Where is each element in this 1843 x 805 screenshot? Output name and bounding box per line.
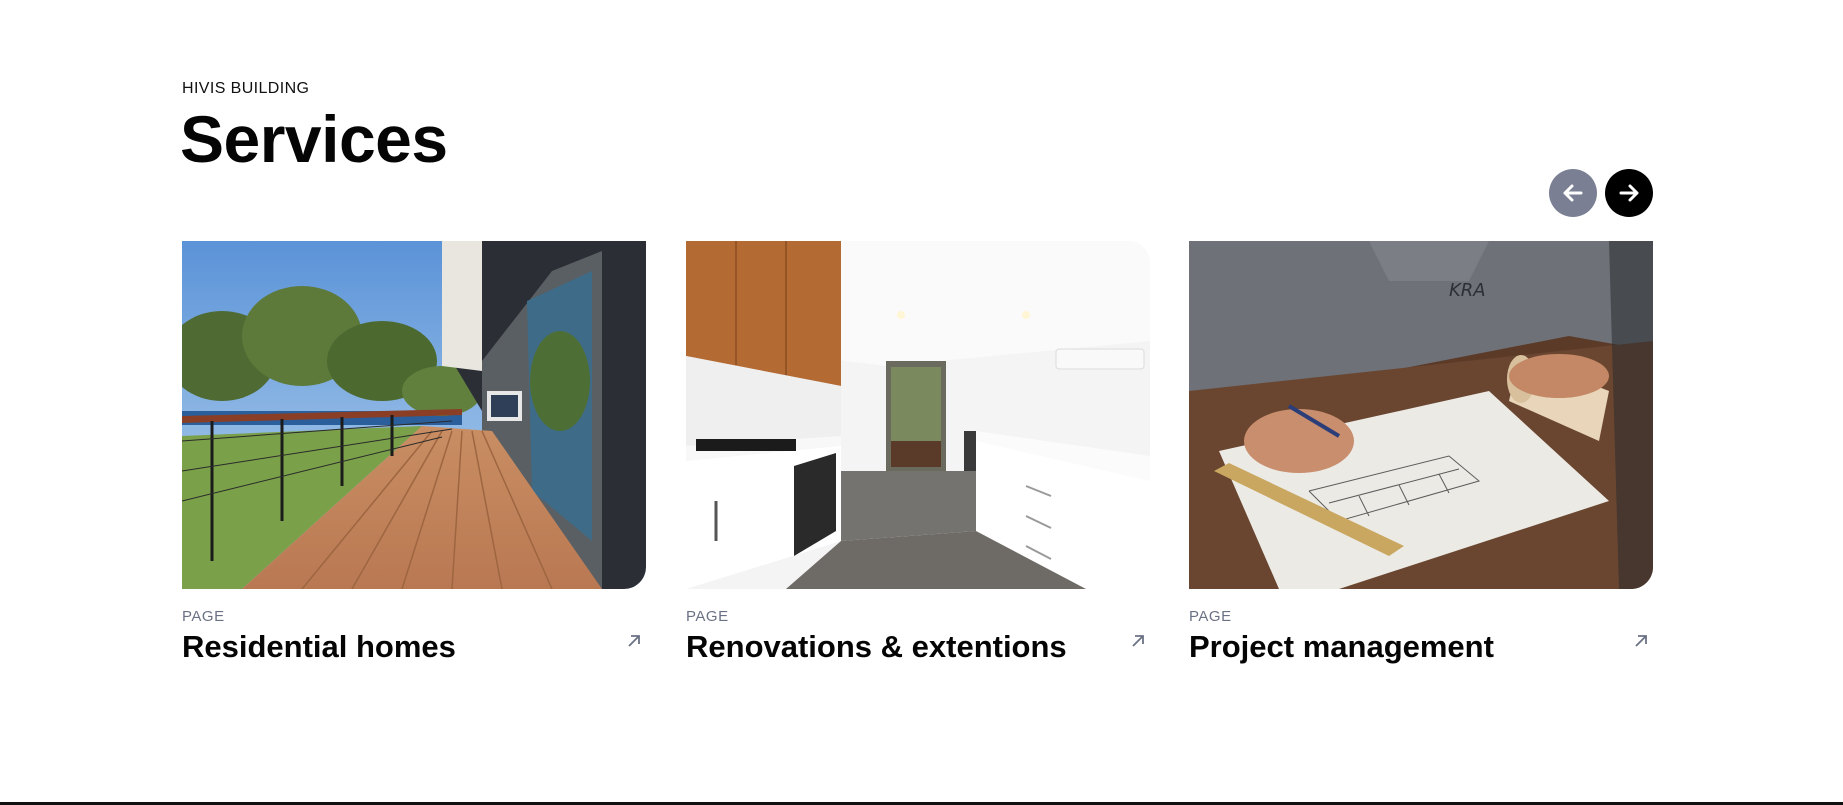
arrow-up-right-icon[interactable] xyxy=(1631,631,1651,651)
svg-text:KRA: KRA xyxy=(1449,280,1486,301)
services-page: HIVIS BUILDING Services PAGE Residential… xyxy=(0,0,1843,805)
service-card-renovations-extentions[interactable]: PAGE Renovations & extentions xyxy=(686,241,1150,681)
arrow-left-icon xyxy=(1563,184,1583,202)
deck-house-photo xyxy=(182,241,646,589)
card-title[interactable]: Renovations & extentions xyxy=(686,629,1067,665)
carousel-prev-button[interactable] xyxy=(1549,169,1597,217)
section-eyebrow: HIVIS BUILDING xyxy=(182,80,310,97)
card-title[interactable]: Residential homes xyxy=(182,629,456,665)
card-kicker: PAGE xyxy=(686,608,729,625)
card-kicker: PAGE xyxy=(1189,608,1232,625)
blueprint-drawing-photo: KRA xyxy=(1189,241,1653,589)
card-kicker: PAGE xyxy=(182,608,225,625)
arrow-up-right-icon[interactable] xyxy=(1128,631,1148,651)
service-card-residential-homes[interactable]: PAGE Residential homes xyxy=(182,241,646,681)
arrow-up-right-icon[interactable] xyxy=(624,631,644,651)
section-title: Services xyxy=(180,102,448,176)
carousel-next-button[interactable] xyxy=(1605,169,1653,217)
service-card-project-management[interactable]: KRA PAGE Project management xyxy=(1189,241,1653,681)
card-title[interactable]: Project management xyxy=(1189,629,1494,665)
kitchen-photo xyxy=(686,241,1150,589)
service-cards: PAGE Residential homes PAGE Renovations … xyxy=(182,241,1654,681)
arrow-right-icon xyxy=(1619,184,1639,202)
